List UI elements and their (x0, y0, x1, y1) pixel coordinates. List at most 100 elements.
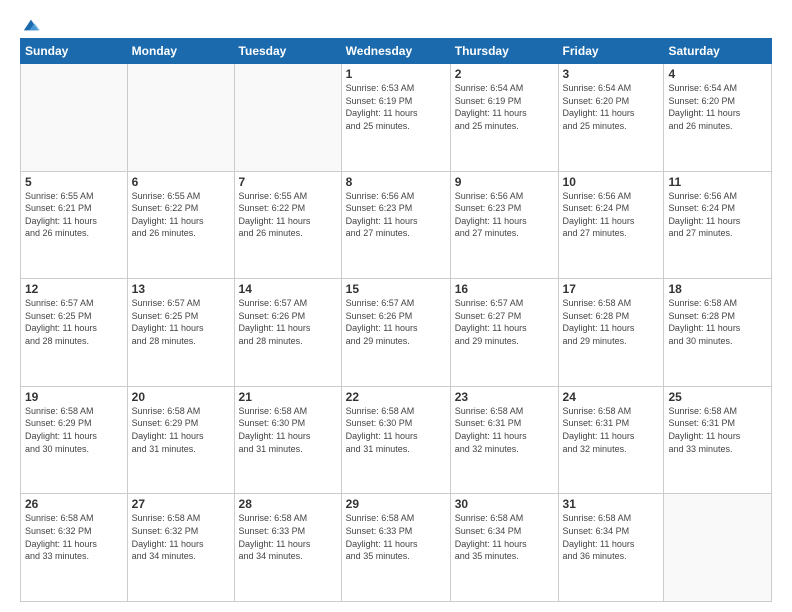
day-number: 7 (239, 175, 337, 189)
day-info: Sunrise: 6:56 AM Sunset: 6:24 PM Dayligh… (668, 190, 767, 240)
calendar-cell: 15Sunrise: 6:57 AM Sunset: 6:26 PM Dayli… (341, 279, 450, 387)
day-info: Sunrise: 6:57 AM Sunset: 6:26 PM Dayligh… (346, 297, 446, 347)
logo-icon (22, 16, 40, 34)
day-number: 24 (563, 390, 660, 404)
day-number: 18 (668, 282, 767, 296)
page: SundayMondayTuesdayWednesdayThursdayFrid… (0, 0, 792, 612)
day-info: Sunrise: 6:55 AM Sunset: 6:21 PM Dayligh… (25, 190, 123, 240)
day-info: Sunrise: 6:53 AM Sunset: 6:19 PM Dayligh… (346, 82, 446, 132)
day-info: Sunrise: 6:56 AM Sunset: 6:24 PM Dayligh… (563, 190, 660, 240)
day-info: Sunrise: 6:54 AM Sunset: 6:20 PM Dayligh… (563, 82, 660, 132)
day-number: 22 (346, 390, 446, 404)
day-info: Sunrise: 6:57 AM Sunset: 6:25 PM Dayligh… (25, 297, 123, 347)
calendar-cell: 3Sunrise: 6:54 AM Sunset: 6:20 PM Daylig… (558, 64, 664, 172)
day-number: 31 (563, 497, 660, 511)
day-number: 29 (346, 497, 446, 511)
day-info: Sunrise: 6:58 AM Sunset: 6:29 PM Dayligh… (25, 405, 123, 455)
day-info: Sunrise: 6:57 AM Sunset: 6:27 PM Dayligh… (455, 297, 554, 347)
calendar-cell (21, 64, 128, 172)
calendar-cell: 27Sunrise: 6:58 AM Sunset: 6:32 PM Dayli… (127, 494, 234, 602)
calendar-cell: 21Sunrise: 6:58 AM Sunset: 6:30 PM Dayli… (234, 386, 341, 494)
day-info: Sunrise: 6:58 AM Sunset: 6:31 PM Dayligh… (455, 405, 554, 455)
day-info: Sunrise: 6:56 AM Sunset: 6:23 PM Dayligh… (455, 190, 554, 240)
calendar-cell: 10Sunrise: 6:56 AM Sunset: 6:24 PM Dayli… (558, 171, 664, 279)
calendar-week-2: 12Sunrise: 6:57 AM Sunset: 6:25 PM Dayli… (21, 279, 772, 387)
day-info: Sunrise: 6:58 AM Sunset: 6:28 PM Dayligh… (563, 297, 660, 347)
logo-text (20, 16, 40, 34)
day-info: Sunrise: 6:58 AM Sunset: 6:28 PM Dayligh… (668, 297, 767, 347)
calendar-cell (234, 64, 341, 172)
calendar-cell: 18Sunrise: 6:58 AM Sunset: 6:28 PM Dayli… (664, 279, 772, 387)
day-number: 26 (25, 497, 123, 511)
day-info: Sunrise: 6:56 AM Sunset: 6:23 PM Dayligh… (346, 190, 446, 240)
calendar-cell (127, 64, 234, 172)
calendar-header-monday: Monday (127, 39, 234, 64)
day-number: 10 (563, 175, 660, 189)
calendar-week-1: 5Sunrise: 6:55 AM Sunset: 6:21 PM Daylig… (21, 171, 772, 279)
calendar: SundayMondayTuesdayWednesdayThursdayFrid… (20, 38, 772, 602)
calendar-cell: 8Sunrise: 6:56 AM Sunset: 6:23 PM Daylig… (341, 171, 450, 279)
day-number: 19 (25, 390, 123, 404)
day-number: 15 (346, 282, 446, 296)
calendar-cell: 20Sunrise: 6:58 AM Sunset: 6:29 PM Dayli… (127, 386, 234, 494)
calendar-cell: 25Sunrise: 6:58 AM Sunset: 6:31 PM Dayli… (664, 386, 772, 494)
day-info: Sunrise: 6:54 AM Sunset: 6:20 PM Dayligh… (668, 82, 767, 132)
day-number: 4 (668, 67, 767, 81)
day-number: 30 (455, 497, 554, 511)
day-info: Sunrise: 6:58 AM Sunset: 6:29 PM Dayligh… (132, 405, 230, 455)
calendar-week-0: 1Sunrise: 6:53 AM Sunset: 6:19 PM Daylig… (21, 64, 772, 172)
calendar-cell: 4Sunrise: 6:54 AM Sunset: 6:20 PM Daylig… (664, 64, 772, 172)
calendar-cell: 7Sunrise: 6:55 AM Sunset: 6:22 PM Daylig… (234, 171, 341, 279)
calendar-week-3: 19Sunrise: 6:58 AM Sunset: 6:29 PM Dayli… (21, 386, 772, 494)
calendar-cell: 6Sunrise: 6:55 AM Sunset: 6:22 PM Daylig… (127, 171, 234, 279)
calendar-cell: 22Sunrise: 6:58 AM Sunset: 6:30 PM Dayli… (341, 386, 450, 494)
day-number: 13 (132, 282, 230, 296)
calendar-cell: 5Sunrise: 6:55 AM Sunset: 6:21 PM Daylig… (21, 171, 128, 279)
day-number: 3 (563, 67, 660, 81)
day-number: 23 (455, 390, 554, 404)
calendar-cell: 11Sunrise: 6:56 AM Sunset: 6:24 PM Dayli… (664, 171, 772, 279)
day-info: Sunrise: 6:55 AM Sunset: 6:22 PM Dayligh… (132, 190, 230, 240)
calendar-cell: 28Sunrise: 6:58 AM Sunset: 6:33 PM Dayli… (234, 494, 341, 602)
calendar-week-4: 26Sunrise: 6:58 AM Sunset: 6:32 PM Dayli… (21, 494, 772, 602)
day-info: Sunrise: 6:58 AM Sunset: 6:33 PM Dayligh… (346, 512, 446, 562)
day-number: 20 (132, 390, 230, 404)
calendar-cell: 17Sunrise: 6:58 AM Sunset: 6:28 PM Dayli… (558, 279, 664, 387)
calendar-cell: 16Sunrise: 6:57 AM Sunset: 6:27 PM Dayli… (450, 279, 558, 387)
calendar-cell: 26Sunrise: 6:58 AM Sunset: 6:32 PM Dayli… (21, 494, 128, 602)
calendar-header-sunday: Sunday (21, 39, 128, 64)
day-number: 25 (668, 390, 767, 404)
day-info: Sunrise: 6:54 AM Sunset: 6:19 PM Dayligh… (455, 82, 554, 132)
calendar-header-row: SundayMondayTuesdayWednesdayThursdayFrid… (21, 39, 772, 64)
calendar-cell: 2Sunrise: 6:54 AM Sunset: 6:19 PM Daylig… (450, 64, 558, 172)
calendar-cell: 19Sunrise: 6:58 AM Sunset: 6:29 PM Dayli… (21, 386, 128, 494)
day-number: 21 (239, 390, 337, 404)
day-info: Sunrise: 6:58 AM Sunset: 6:32 PM Dayligh… (25, 512, 123, 562)
day-number: 2 (455, 67, 554, 81)
day-info: Sunrise: 6:55 AM Sunset: 6:22 PM Dayligh… (239, 190, 337, 240)
calendar-cell (664, 494, 772, 602)
calendar-header-friday: Friday (558, 39, 664, 64)
day-number: 28 (239, 497, 337, 511)
calendar-cell: 9Sunrise: 6:56 AM Sunset: 6:23 PM Daylig… (450, 171, 558, 279)
calendar-cell: 30Sunrise: 6:58 AM Sunset: 6:34 PM Dayli… (450, 494, 558, 602)
day-info: Sunrise: 6:58 AM Sunset: 6:30 PM Dayligh… (239, 405, 337, 455)
day-info: Sunrise: 6:58 AM Sunset: 6:34 PM Dayligh… (563, 512, 660, 562)
day-number: 16 (455, 282, 554, 296)
day-number: 14 (239, 282, 337, 296)
day-info: Sunrise: 6:58 AM Sunset: 6:31 PM Dayligh… (668, 405, 767, 455)
day-info: Sunrise: 6:58 AM Sunset: 6:32 PM Dayligh… (132, 512, 230, 562)
day-number: 8 (346, 175, 446, 189)
calendar-cell: 29Sunrise: 6:58 AM Sunset: 6:33 PM Dayli… (341, 494, 450, 602)
day-number: 6 (132, 175, 230, 189)
day-number: 27 (132, 497, 230, 511)
calendar-header-saturday: Saturday (664, 39, 772, 64)
calendar-cell: 14Sunrise: 6:57 AM Sunset: 6:26 PM Dayli… (234, 279, 341, 387)
day-info: Sunrise: 6:58 AM Sunset: 6:31 PM Dayligh… (563, 405, 660, 455)
day-info: Sunrise: 6:57 AM Sunset: 6:26 PM Dayligh… (239, 297, 337, 347)
calendar-header-tuesday: Tuesday (234, 39, 341, 64)
calendar-cell: 12Sunrise: 6:57 AM Sunset: 6:25 PM Dayli… (21, 279, 128, 387)
calendar-cell: 23Sunrise: 6:58 AM Sunset: 6:31 PM Dayli… (450, 386, 558, 494)
day-number: 17 (563, 282, 660, 296)
day-info: Sunrise: 6:58 AM Sunset: 6:34 PM Dayligh… (455, 512, 554, 562)
